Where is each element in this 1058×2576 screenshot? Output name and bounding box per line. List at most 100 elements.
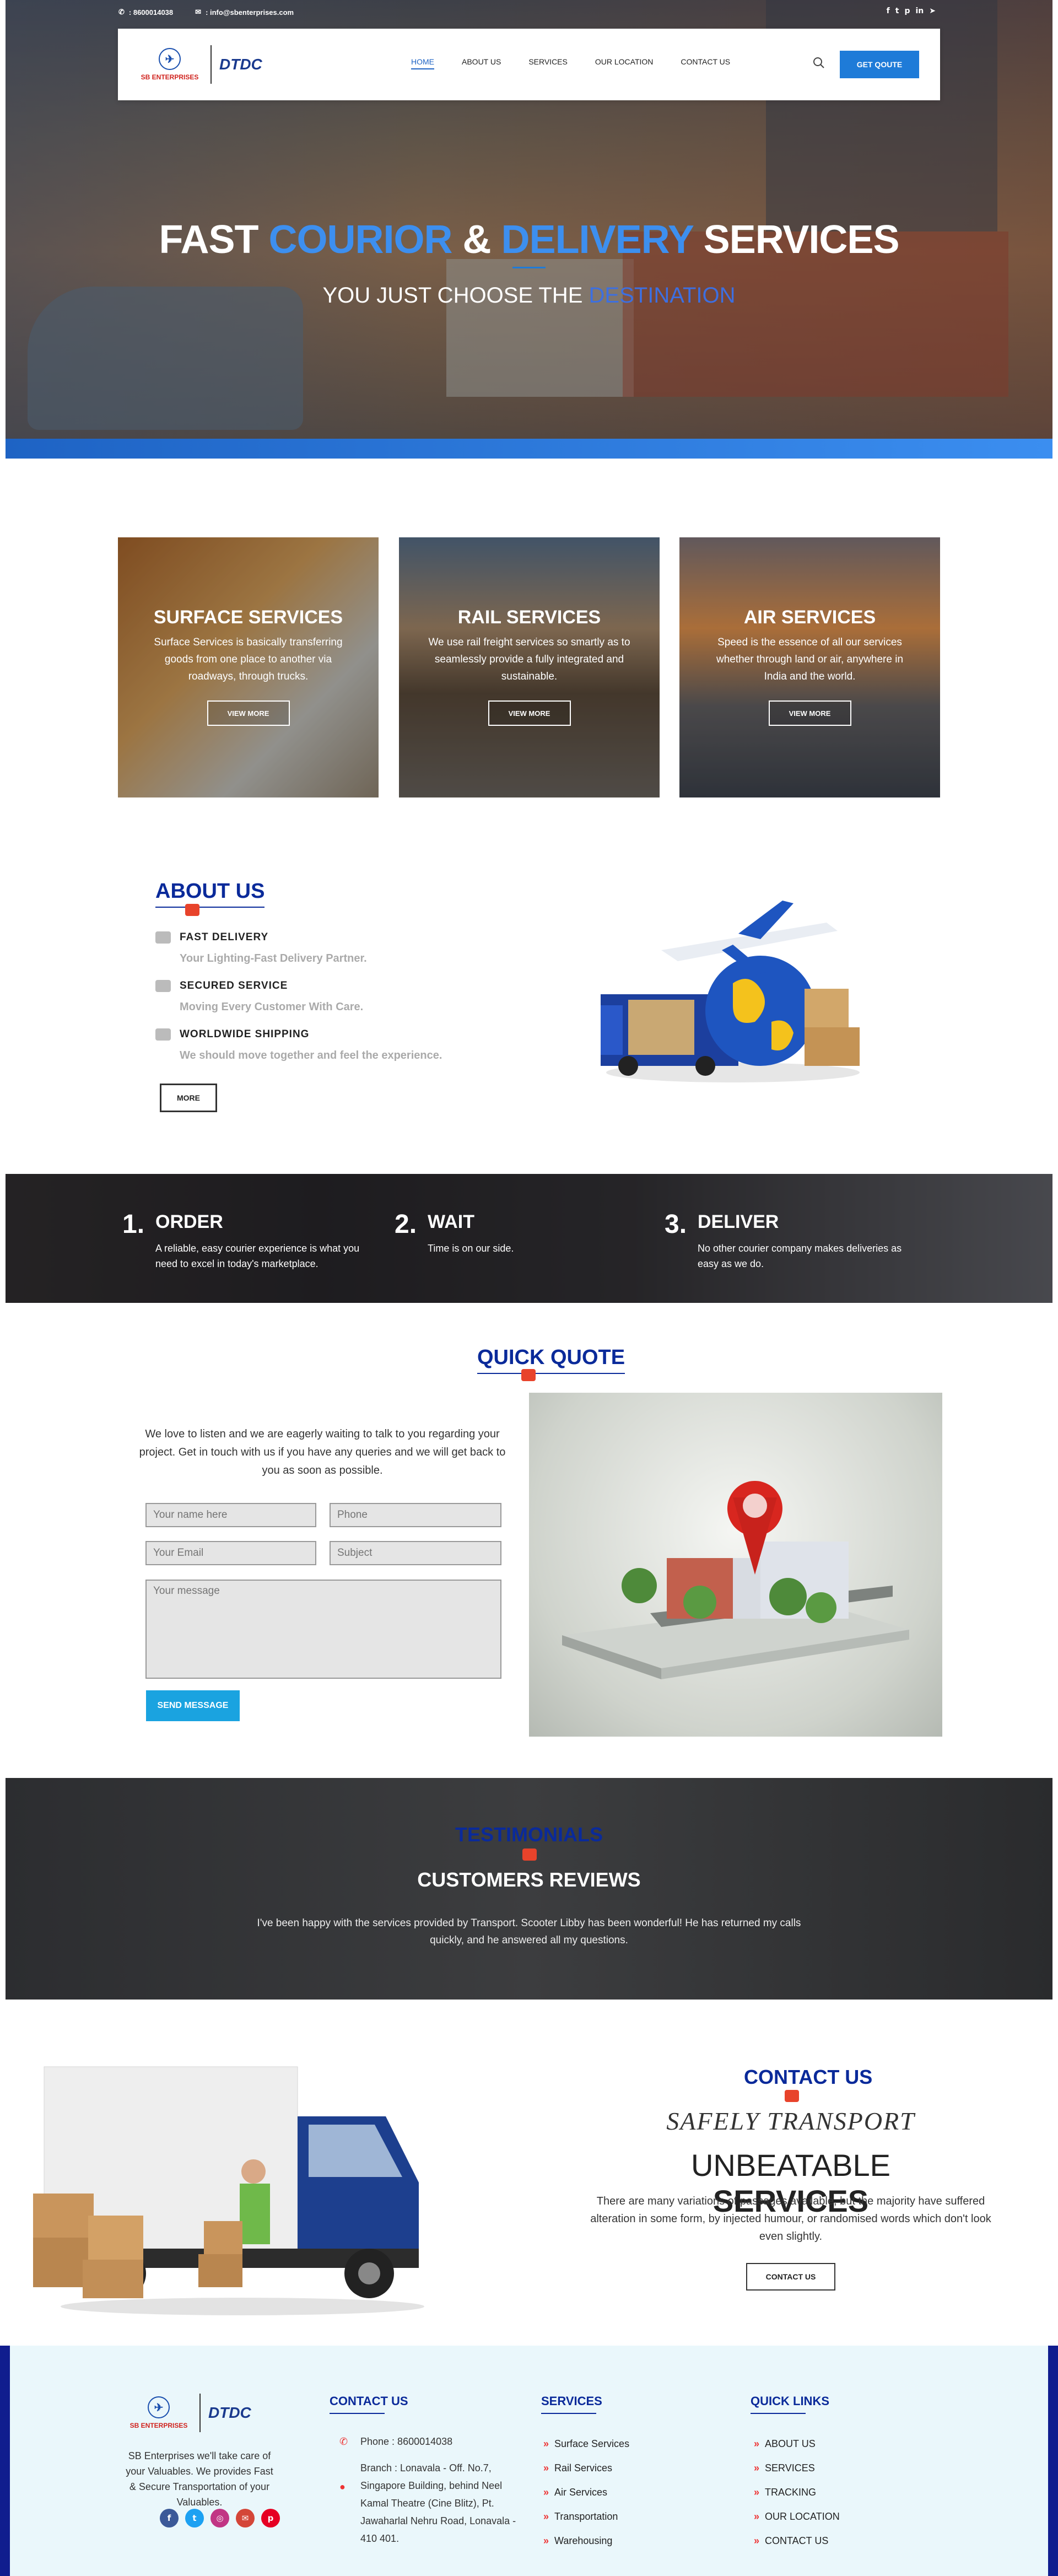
chevron-right-icon: » — [754, 2487, 760, 2498]
contact-description: There are many variations of passages av… — [590, 2195, 991, 2243]
footer-contact: ✆ Phone : 8600014038 ● Branch : Lonavala -… — [339, 2433, 521, 2547]
instagram-icon[interactable]: ◎ — [210, 2509, 229, 2528]
logo-divider — [210, 45, 212, 84]
users-icon — [155, 980, 171, 992]
topbar-email[interactable]: ✉: info@sbenterprises.com — [195, 8, 294, 17]
truck-icon — [522, 1849, 537, 1861]
footer-link-item[interactable]: » SERVICES — [754, 2462, 840, 2487]
plane-icon: ✈ — [159, 48, 181, 70]
step-wait: 2. WAIT Time is on our side. — [395, 1210, 514, 1254]
footer-link-item[interactable]: » OUR LOCATION — [754, 2511, 840, 2535]
nav-contact[interactable]: CONTACT US — [681, 57, 730, 69]
contact-us-button[interactable]: CONTACT US — [746, 2263, 835, 2291]
chevron-right-icon: » — [543, 2535, 549, 2546]
get-quote-button[interactable]: GET QOUTE — [840, 51, 919, 78]
name-input[interactable] — [145, 1503, 316, 1527]
twitter-icon[interactable]: t — [185, 2509, 204, 2528]
chevron-right-icon: » — [543, 2487, 549, 2498]
facebook-icon[interactable]: f — [160, 2509, 179, 2528]
topbar: ✆: 8600014038 ✉: info@sbenterprises.com — [118, 8, 294, 17]
footer: ✈ SB ENTERPRISES DTDC SB Enterprises we'… — [0, 2346, 1058, 2576]
service-card-air: AIR SERVICES Speed is the essence of all… — [679, 537, 940, 797]
chevron-right-icon: » — [754, 2462, 760, 2473]
location-pin-icon: ● — [339, 2481, 346, 2492]
safely-transport-text: SAFELY TRANSPORT — [666, 2107, 915, 2135]
delivery-truck-illustration — [33, 2066, 424, 2315]
hero-bottom-bar — [6, 439, 1052, 459]
main-menu: HOME ABOUT US SERVICES OUR LOCATION CONT… — [411, 57, 758, 69]
testimonials-section: TESTIMONIALS CUSTOMERS REVIEWS I've been… — [6, 1778, 1052, 2000]
social-top: f t p in ➤ — [887, 7, 936, 15]
nav-home[interactable]: HOME — [411, 57, 434, 69]
footer-link-item[interactable]: » TRACKING — [754, 2487, 840, 2511]
truck-icon — [185, 904, 199, 916]
footer-logo[interactable]: ✈ SB ENTERPRISES DTDC — [126, 2391, 335, 2435]
linkedin-icon[interactable]: in — [916, 7, 924, 15]
facebook-icon[interactable]: f — [887, 7, 890, 15]
footer-link-item[interactable]: » CONTACT US — [754, 2535, 840, 2559]
pinterest-icon[interactable]: p — [904, 7, 910, 15]
topbar-phone[interactable]: ✆: 8600014038 — [118, 8, 173, 17]
site-logo[interactable]: ✈ SB ENTERPRISES DTDC — [137, 44, 324, 85]
hero-truck-shape — [446, 259, 634, 397]
footer-services-list: » Surface Services » Rail Services » Air Se… — [543, 2438, 629, 2559]
service-card-surface: SURFACE SERVICES Surface Services is bas… — [118, 537, 379, 797]
steps-banner: 1. ORDER A reliable, easy courier experi… — [6, 1174, 1052, 1303]
view-more-button[interactable]: VIEW MORE — [207, 700, 290, 726]
review-text: I've been happy with the services provid… — [257, 1917, 801, 1946]
hero-subtitle: YOU JUST CHOOSE THE DESTINATION — [322, 283, 736, 308]
about-item-secured: SECURED SERVICE Moving Every Customer Wi… — [155, 980, 486, 1014]
hero-title: FAST COURIOR & DELIVERY SERVICES — [159, 218, 900, 262]
hero-divider — [512, 267, 546, 268]
logo-divider — [199, 2394, 201, 2432]
mail-icon[interactable]: ✉ — [236, 2509, 255, 2528]
chevron-right-icon: » — [543, 2511, 549, 2522]
phone-icon: ✆ — [118, 8, 125, 16]
logistics-illustration — [601, 901, 860, 1082]
more-button[interactable]: MORE — [160, 1084, 217, 1112]
about-item-worldwide: WORLDWIDE SHIPPING We should move togeth… — [155, 1028, 486, 1062]
pinterest-icon[interactable]: p — [261, 2509, 280, 2528]
map-pin-scene — [562, 1481, 909, 1679]
footer-service-item[interactable]: » Warehousing — [543, 2535, 629, 2559]
dtdc-logo: DTDC — [219, 56, 262, 73]
nav-services[interactable]: SERVICES — [528, 57, 568, 69]
mail-icon: ✉ — [195, 8, 202, 16]
quick-quote-text: We love to listen and we are eagerly wai… — [139, 1428, 506, 1476]
footer-phone[interactable]: ✆ Phone : 8600014038 — [339, 2433, 521, 2450]
plane-icon: ✈ — [148, 2396, 170, 2418]
footer-social: f t ◎ ✉ p — [160, 2509, 280, 2528]
chevron-right-icon: » — [543, 2438, 549, 2449]
footer-address: ● Branch : Lonavala - Off. No.7, Singapor… — [339, 2462, 516, 2544]
contact-title: CONTACT US — [744, 2066, 873, 2088]
footer-about: SB Enterprises we'll take care of your V… — [126, 2450, 273, 2508]
send-message-button[interactable]: SEND MESSAGE — [146, 1690, 240, 1721]
search-icon[interactable] — [812, 56, 825, 69]
twitter-icon[interactable]: t — [895, 7, 899, 15]
about-item-fast-delivery: FAST DELIVERY Your Lighting-Fast Deliver… — [155, 931, 486, 965]
view-more-button[interactable]: VIEW MORE — [488, 700, 571, 726]
footer-service-item[interactable]: » Transportation — [543, 2511, 629, 2535]
nav-about[interactable]: ABOUT US — [462, 57, 501, 69]
telegram-icon[interactable]: ➤ — [929, 7, 936, 15]
sb-logo: ✈ SB ENTERPRISES — [126, 2396, 192, 2429]
dtdc-logo: DTDC — [208, 2404, 251, 2421]
subject-input[interactable] — [330, 1541, 501, 1565]
truck-icon — [155, 1028, 171, 1041]
step-order: 1. ORDER A reliable, easy courier experi… — [122, 1210, 360, 1269]
footer-service-item[interactable]: » Surface Services — [543, 2438, 629, 2462]
footer-link-item[interactable]: » ABOUT US — [754, 2438, 840, 2462]
view-more-button[interactable]: VIEW MORE — [768, 700, 851, 726]
location-illustration — [529, 1393, 942, 1737]
footer-links-title: QUICK LINKS — [751, 2394, 829, 2414]
service-card-rail: RAIL SERVICES We use rail freight servic… — [399, 537, 660, 797]
chevron-right-icon: » — [754, 2438, 760, 2449]
phone-input[interactable] — [330, 1503, 501, 1527]
footer-service-item[interactable]: » Air Services — [543, 2487, 629, 2511]
message-textarea[interactable] — [145, 1580, 501, 1679]
phone-icon: ✆ — [339, 2436, 348, 2447]
footer-service-item[interactable]: » Rail Services — [543, 2462, 629, 2487]
email-input[interactable] — [145, 1541, 316, 1565]
quick-quote-title: QUICK QUOTE — [477, 1346, 625, 1374]
nav-location[interactable]: OUR LOCATION — [595, 57, 654, 69]
